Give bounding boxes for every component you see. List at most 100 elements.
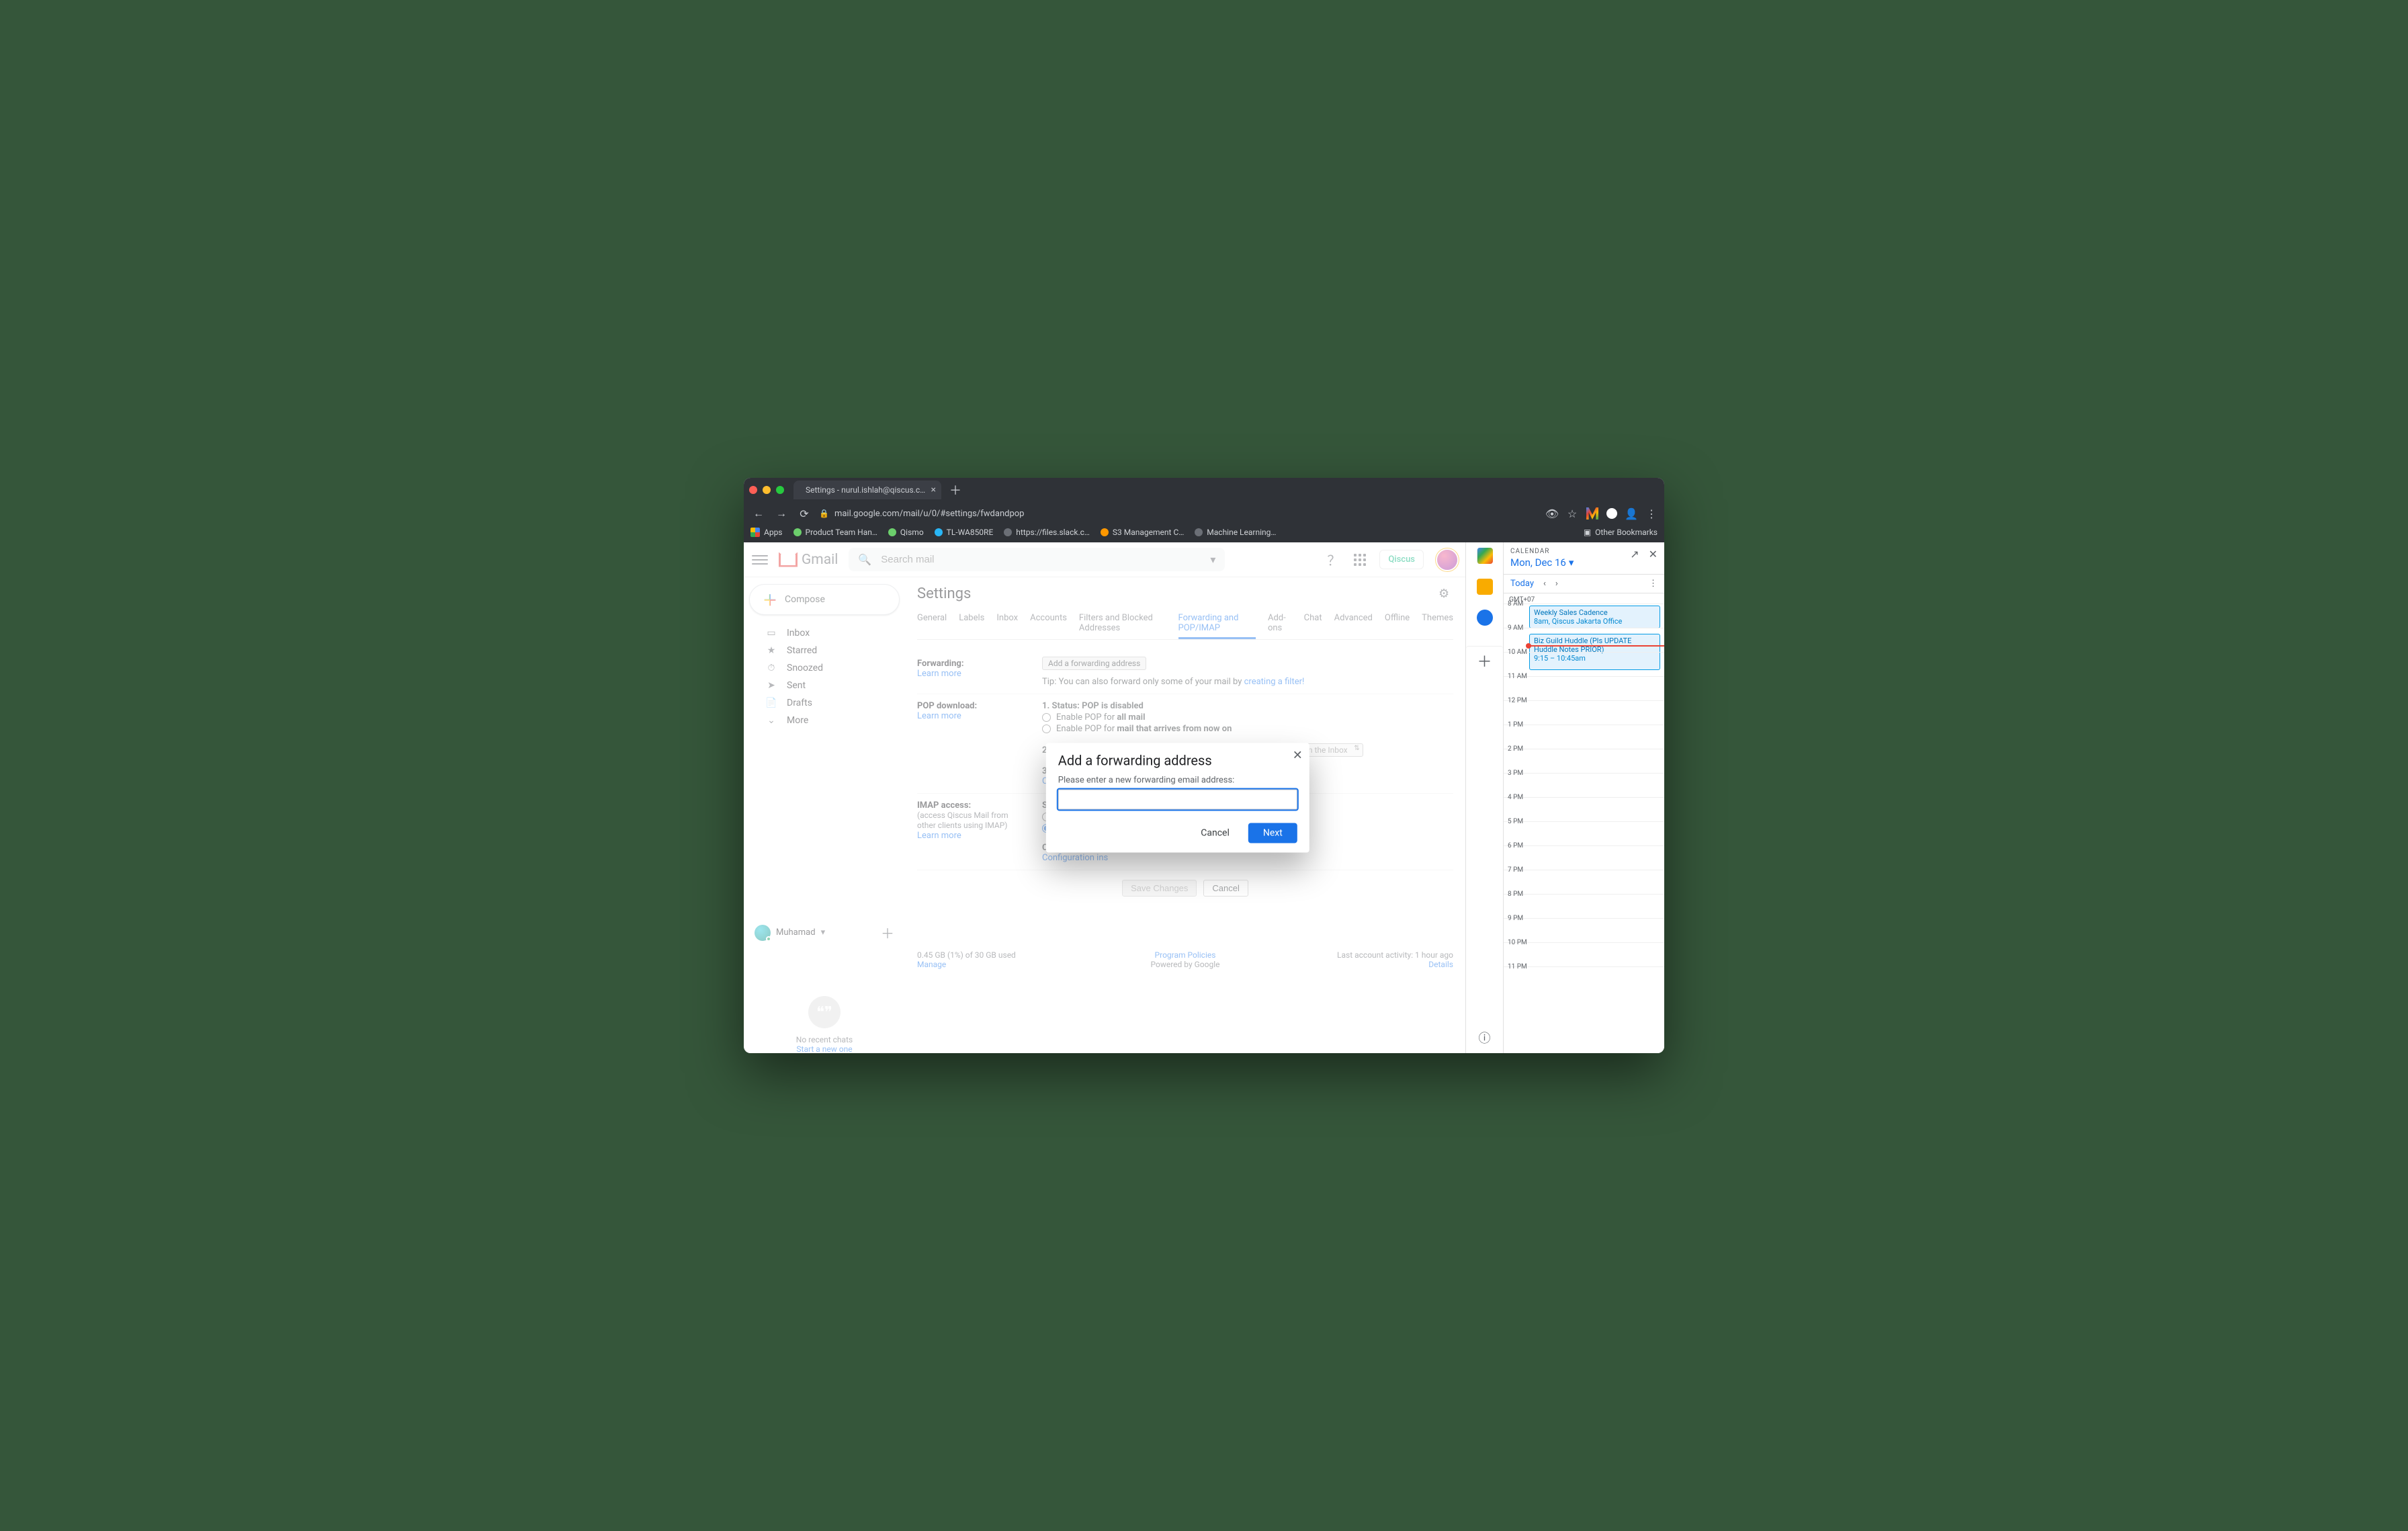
maximize-window-icon[interactable] xyxy=(776,486,784,494)
save-changes-button[interactable]: Save Changes xyxy=(1122,880,1197,897)
dialog-cancel-button[interactable]: Cancel xyxy=(1190,823,1240,843)
forwarding-learn-more[interactable]: Learn more xyxy=(917,669,961,679)
calendar-menu-icon[interactable]: ⋮ xyxy=(1649,579,1658,589)
addon-calendar-icon[interactable] xyxy=(1477,548,1493,564)
hour-slot[interactable] xyxy=(1529,870,1660,894)
star-icon[interactable]: ☆ xyxy=(1566,507,1578,520)
bookmark-s3[interactable]: S3 Management C… xyxy=(1101,528,1184,537)
minimize-window-icon[interactable] xyxy=(763,486,771,494)
program-policies-link[interactable]: Program Policies xyxy=(1155,950,1216,960)
google-apps-icon[interactable] xyxy=(1354,554,1366,566)
pop-all-radio[interactable] xyxy=(1042,713,1051,722)
hangouts-user-row[interactable]: Muhamad ▾ ＋ xyxy=(755,923,894,942)
hour-slot[interactable] xyxy=(1529,749,1660,773)
tab-chat[interactable]: Chat xyxy=(1304,609,1322,639)
calendar-close-icon[interactable]: ✕ xyxy=(1649,548,1658,561)
hangouts-user-caret-icon[interactable]: ▾ xyxy=(821,927,826,938)
calendar-body[interactable]: GMT+07 8 AMWeekly Sales Cadence8am, Qisc… xyxy=(1504,593,1664,1053)
addon-tasks-icon[interactable] xyxy=(1477,610,1493,626)
tab-forwarding-and-pop-imap[interactable]: Forwarding and POP/IMAP xyxy=(1178,609,1256,639)
info-icon[interactable]: ⓘ xyxy=(1479,1029,1491,1046)
tab-advanced[interactable]: Advanced xyxy=(1334,609,1373,639)
hour-slot[interactable]: Biz Guild Huddle (Pls UPDATE Huddle Note… xyxy=(1529,628,1660,652)
addon-keep-icon[interactable] xyxy=(1477,579,1493,595)
gear-icon[interactable]: ⚙ xyxy=(1438,587,1453,602)
pop-new-radio[interactable] xyxy=(1042,725,1051,733)
tab-themes[interactable]: Themes xyxy=(1422,609,1453,639)
imap-learn-more[interactable]: Learn more xyxy=(917,831,961,841)
search-icon[interactable]: 🔍 xyxy=(858,553,871,566)
hour-slot[interactable] xyxy=(1529,774,1660,797)
add-forwarding-button[interactable]: Add a forwarding address xyxy=(1042,657,1146,670)
nav-reload-icon[interactable]: ⟳ xyxy=(796,505,812,522)
hour-slot[interactable] xyxy=(1529,822,1660,845)
pop-learn-more[interactable]: Learn more xyxy=(917,711,961,721)
other-bookmarks[interactable]: ▣Other Bookmarks xyxy=(1584,528,1658,537)
forwarding-filter-link[interactable]: creating a filter! xyxy=(1244,677,1305,687)
tab-filters-and-blocked-addresses[interactable]: Filters and Blocked Addresses xyxy=(1079,609,1166,639)
hour-slot[interactable]: Weekly Sales Cadence8am, Qiscus Jakarta … xyxy=(1529,604,1660,628)
incognito-eye-icon[interactable]: 👁 xyxy=(1546,507,1558,520)
hour-slot[interactable] xyxy=(1529,798,1660,821)
hour-slot[interactable] xyxy=(1529,701,1660,725)
calendar-date-picker[interactable]: Mon, Dec 16▾ xyxy=(1510,556,1574,569)
calendar-today-button[interactable]: Today xyxy=(1510,579,1534,589)
dialog-close-icon[interactable]: ✕ xyxy=(1293,749,1303,763)
menu-kebab-icon[interactable]: ⋮ xyxy=(1645,507,1658,520)
hour-slot[interactable] xyxy=(1529,653,1660,676)
tab-accounts[interactable]: Accounts xyxy=(1030,609,1067,639)
sidebar-item-inbox[interactable]: ▭Inbox xyxy=(749,624,900,642)
url-display[interactable]: 🔒 mail.google.com/mail/u/0/#settings/fwd… xyxy=(819,509,1539,519)
extension-avatar-icon[interactable]: 👤 xyxy=(1625,507,1637,520)
tab-add-ons[interactable]: Add-ons xyxy=(1268,609,1292,639)
bookmark-ml[interactable]: Machine Learning… xyxy=(1195,528,1276,537)
search-input[interactable] xyxy=(881,554,1201,565)
imap-conf-link[interactable]: Configuration ins xyxy=(1042,853,1108,863)
account-avatar[interactable] xyxy=(1437,550,1457,570)
new-tab-button[interactable]: ＋ xyxy=(947,481,964,499)
help-icon[interactable]: ？ xyxy=(1327,550,1340,569)
hour-slot[interactable] xyxy=(1529,677,1660,700)
search-box[interactable]: 🔍 ▾ xyxy=(849,548,1225,571)
close-window-icon[interactable] xyxy=(749,486,757,494)
gmail-logo[interactable]: Gmail xyxy=(779,552,838,568)
hangouts-add-person-icon[interactable]: ＋ xyxy=(881,923,894,942)
browser-tab[interactable]: Settings - nurul.ishlah@qiscus.c… × xyxy=(793,481,941,499)
bookmark-qismo[interactable]: Qismo xyxy=(888,528,924,537)
manage-link[interactable]: Manage xyxy=(917,960,946,969)
hour-slot[interactable] xyxy=(1529,725,1660,749)
addon-add-icon[interactable]: ＋ xyxy=(1466,646,1503,662)
hour-slot[interactable] xyxy=(1529,919,1660,942)
sidebar-item-sent[interactable]: ➤Sent xyxy=(749,677,900,694)
nav-back-icon[interactable]: ← xyxy=(750,505,767,522)
nav-forward-icon[interactable]: → xyxy=(773,505,789,522)
tab-offline[interactable]: Offline xyxy=(1385,609,1410,639)
hour-slot[interactable] xyxy=(1529,895,1660,918)
details-link[interactable]: Details xyxy=(1428,960,1453,969)
sidebar-item-snoozed[interactable]: ⏱Snoozed xyxy=(749,659,900,677)
hour-slot[interactable] xyxy=(1529,943,1660,966)
compose-button[interactable]: ＋ Compose xyxy=(749,584,900,615)
sidebar-item-starred[interactable]: ★Starred xyxy=(749,642,900,659)
tab-labels[interactable]: Labels xyxy=(959,609,984,639)
extension-m-icon[interactable] xyxy=(1586,507,1598,520)
hour-slot[interactable] xyxy=(1529,846,1660,870)
tab-inbox[interactable]: Inbox xyxy=(996,609,1018,639)
dialog-next-button[interactable]: Next xyxy=(1248,823,1297,843)
search-options-icon[interactable]: ▾ xyxy=(1210,553,1215,566)
cancel-button[interactable]: Cancel xyxy=(1203,880,1248,897)
hour-slot[interactable] xyxy=(1529,967,1660,991)
forwarding-email-input[interactable] xyxy=(1058,790,1297,810)
tab-close-icon[interactable]: × xyxy=(931,485,936,495)
calendar-prev-icon[interactable]: ‹ xyxy=(1543,579,1546,589)
calendar-event[interactable]: Weekly Sales Cadence8am, Qiscus Jakarta … xyxy=(1529,606,1660,628)
calendar-next-icon[interactable]: › xyxy=(1555,579,1558,589)
profile-dot-icon[interactable] xyxy=(1606,508,1617,519)
bookmark-slack-files[interactable]: https://files.slack.c… xyxy=(1004,528,1090,537)
bookmark-tlwa850re[interactable]: TL-WA850RE xyxy=(935,528,994,537)
bookmark-product-team[interactable]: Product Team Han… xyxy=(793,528,877,537)
bookmark-apps[interactable]: Apps xyxy=(750,528,783,537)
org-brand-chip[interactable]: Qiscus xyxy=(1379,550,1424,569)
start-new-chat-link[interactable]: Start a new one xyxy=(796,1044,852,1053)
sidebar-item-more[interactable]: ⌄More xyxy=(749,712,900,729)
